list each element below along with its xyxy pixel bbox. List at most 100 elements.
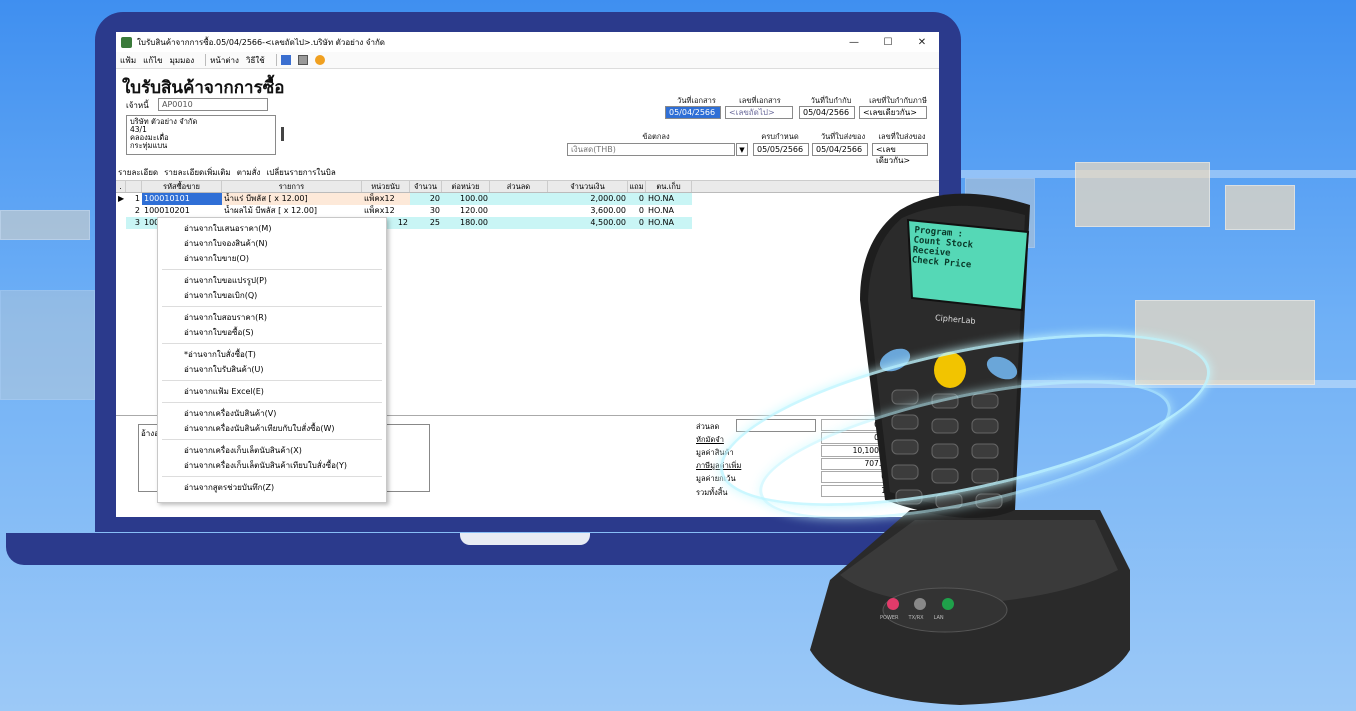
unit-cell[interactable]: แพ็คx12 bbox=[362, 193, 410, 205]
location-cell[interactable]: HO.NA bbox=[646, 193, 692, 205]
col-header[interactable]: ส่วนลด bbox=[490, 181, 548, 192]
row-pointer-icon: ▶ bbox=[118, 194, 125, 203]
app-icon bbox=[121, 36, 132, 48]
menu-item-withdraw-request[interactable]: อ่านจากใบขอเบิก(Q) bbox=[158, 288, 386, 303]
deposit-label[interactable]: หักมัดจำ bbox=[696, 434, 724, 446]
discount-label: ส่วนลด bbox=[696, 422, 720, 431]
menu-item-sale[interactable]: อ่านจากใบขาย(O) bbox=[158, 251, 386, 266]
invoice-date-field[interactable]: 05/04/2566 bbox=[799, 106, 855, 119]
location-cell[interactable]: HO.NA bbox=[646, 217, 692, 229]
menu-item-quotation[interactable]: อ่านจากใบเสนอราคา(M) bbox=[158, 221, 386, 236]
qty-cell[interactable]: 20 bbox=[410, 193, 442, 205]
menu-edit[interactable]: แก้ไข bbox=[143, 54, 163, 67]
menu-divider bbox=[162, 476, 382, 477]
col-header[interactable]: หน่วยนับ bbox=[362, 181, 410, 192]
col-header bbox=[126, 181, 142, 192]
row-no: 1 bbox=[134, 194, 140, 203]
menu-bar: แฟ้ม แก้ไข มุมมอง หน้าต่าง วิธีใช้ bbox=[116, 52, 939, 69]
price-cell[interactable]: 120.00 bbox=[442, 205, 490, 217]
address-line: กระทุ่มแบน bbox=[130, 141, 168, 150]
amount-cell: 2,000.00 bbox=[548, 193, 628, 205]
chevron-down-icon[interactable]: ▼ bbox=[736, 143, 748, 156]
menu-divider bbox=[162, 380, 382, 381]
doc-no-field[interactable]: <เลขถัดไป> bbox=[725, 106, 793, 119]
free-cell[interactable]: 0 bbox=[628, 193, 646, 205]
menu-item-lot-device-po[interactable]: อ่านจากเครื่องเก็บเล็ตนับสินค้าเทียบใบสั… bbox=[158, 458, 386, 473]
discount-cell[interactable] bbox=[490, 205, 548, 217]
led-labels: POWER TX/RX LAN bbox=[880, 615, 944, 621]
creditor-code-field[interactable]: AP0010 bbox=[158, 98, 268, 111]
menu-item-excel[interactable]: อ่านจากแฟ้ม Excel(E) bbox=[158, 384, 386, 399]
menu-divider bbox=[162, 343, 382, 344]
monitor-icon[interactable] bbox=[280, 55, 291, 65]
menu-divider bbox=[162, 269, 382, 270]
menu-item-formula[interactable]: อ่านจากสูตรช่วยบันทึก(Z) bbox=[158, 480, 386, 495]
col-header[interactable]: รหัสซื้อขาย bbox=[142, 181, 222, 192]
discount-cell[interactable] bbox=[490, 193, 548, 205]
col-header[interactable]: รายการ bbox=[222, 181, 362, 192]
tax-invoice-no-field[interactable]: <เลขเดียวกัน> bbox=[859, 106, 927, 119]
menu-window[interactable]: หน้าต่าง bbox=[210, 54, 239, 67]
menu-item-counter-device-po[interactable]: อ่านจากเครื่องนับสินค้าเทียบกับใบสั่งซื้… bbox=[158, 421, 386, 436]
row-no: 2 bbox=[134, 206, 140, 215]
menu-item-price-inquiry[interactable]: อ่านจากใบสอบราคา(R) bbox=[158, 310, 386, 325]
free-cell[interactable]: 0 bbox=[628, 217, 646, 229]
menu-item-reservation[interactable]: อ่านจากใบจองสินค้า(N) bbox=[158, 236, 386, 251]
tab-details[interactable]: รายละเอียด bbox=[118, 166, 158, 179]
item-name-cell[interactable]: น้ำผลไม้ บีพลัส [ x 12.00] bbox=[222, 205, 362, 217]
document-header: ใบรับสินค้าจากการซื้อ เจ้าหนี้ AP0010 บร… bbox=[116, 69, 939, 165]
col-header[interactable]: จำนวน bbox=[410, 181, 442, 192]
menu-help[interactable]: วิธีใช้ bbox=[246, 54, 265, 67]
total-label: รวมทั้งสิ้น bbox=[696, 488, 728, 497]
tab-more-details[interactable]: รายละเอียดเพิ่มเติม bbox=[164, 166, 231, 179]
box-decoration bbox=[0, 210, 90, 240]
menu-item-counter-device[interactable]: อ่านจากเครื่องนับสินค้า(V) bbox=[158, 406, 386, 421]
menu-item-convert-request[interactable]: อ่านจากใบขอแปรรูป(P) bbox=[158, 273, 386, 288]
delivery-no-field[interactable]: <เลขเดียวกัน> bbox=[872, 143, 928, 165]
item-code-cell[interactable]: 100010101 bbox=[142, 193, 222, 205]
menu-divider bbox=[162, 306, 382, 307]
col-header[interactable]: ต่อหน่วย bbox=[442, 181, 490, 192]
tab-change-items[interactable]: เปลี่ยนรายการในบิล bbox=[266, 166, 335, 179]
col-header[interactable]: แถม bbox=[628, 181, 646, 192]
menu-item-purchase-request[interactable]: อ่านจากใบขอซื้อ(S) bbox=[158, 325, 386, 340]
free-cell[interactable]: 0 bbox=[628, 205, 646, 217]
menu-view[interactable]: มุมมอง bbox=[170, 54, 195, 67]
due-date-field[interactable]: 05/05/2566 bbox=[753, 143, 809, 156]
detail-tabs: รายละเอียด รายละเอียดเพิ่มเติม ตามสั่ง เ… bbox=[116, 165, 939, 181]
delivery-date-field[interactable]: 05/04/2566 bbox=[812, 143, 868, 156]
menu-file[interactable]: แฟ้ม bbox=[120, 54, 136, 67]
menu-separator bbox=[275, 54, 277, 66]
close-button[interactable]: ✕ bbox=[905, 37, 939, 48]
menu-item-goods-receipt[interactable]: อ่านจากใบรับสินค้า(U) bbox=[158, 362, 386, 377]
price-cell[interactable]: 180.00 bbox=[442, 217, 490, 229]
tab-by-order[interactable]: ตามสั่ง bbox=[237, 166, 261, 179]
qty-cell[interactable]: 30 bbox=[410, 205, 442, 217]
text-cursor bbox=[281, 127, 284, 141]
menu-divider bbox=[162, 402, 382, 403]
item-name-cell[interactable]: น้ำแร่ บีพลัส [ x 12.00] bbox=[222, 193, 362, 205]
col-header[interactable]: จำนวนเงิน bbox=[548, 181, 628, 192]
price-cell[interactable]: 100.00 bbox=[442, 193, 490, 205]
menu-item-lot-device[interactable]: อ่านจากเครื่องเก็บเล็ตนับสินค้า(X) bbox=[158, 443, 386, 458]
box-decoration bbox=[0, 290, 95, 400]
item-code-cell[interactable]: 100010201 bbox=[142, 205, 222, 217]
menu-item-purchase-order[interactable]: *อ่านจากใบสั่งซื้อ(T) bbox=[158, 347, 386, 362]
qty-cell[interactable]: 25 bbox=[410, 217, 442, 229]
scanner-screen: Program : Count Stock Receive Check Pric… bbox=[911, 225, 974, 270]
maximize-button[interactable]: ☐ bbox=[871, 37, 905, 48]
unit-cell[interactable]: แพ็คx12 bbox=[362, 205, 410, 217]
window-title: ใบรับสินค้าจากการซื้อ.05/04/2566-<เลขถัด… bbox=[137, 37, 385, 47]
terms-select[interactable]: เงินสด(THB) bbox=[567, 143, 735, 156]
document-icon[interactable] bbox=[297, 55, 308, 65]
laptop-notch bbox=[460, 533, 590, 545]
discount-cell[interactable] bbox=[490, 217, 548, 229]
address-field[interactable]: บริษัท ตัวอย่าง จำกัด 43/1 คลองมะเดื่อ ก… bbox=[126, 115, 276, 155]
col-header[interactable]: ตน.เก็บ bbox=[646, 181, 692, 192]
minimize-button[interactable]: — bbox=[837, 37, 871, 48]
doc-date-field[interactable]: 05/04/2566 bbox=[665, 106, 721, 119]
location-cell[interactable]: HO.NA bbox=[646, 205, 692, 217]
led-label: LAN bbox=[933, 615, 944, 621]
amount-cell: 3,600.00 bbox=[590, 206, 626, 215]
orange-circle-icon[interactable] bbox=[314, 55, 325, 65]
